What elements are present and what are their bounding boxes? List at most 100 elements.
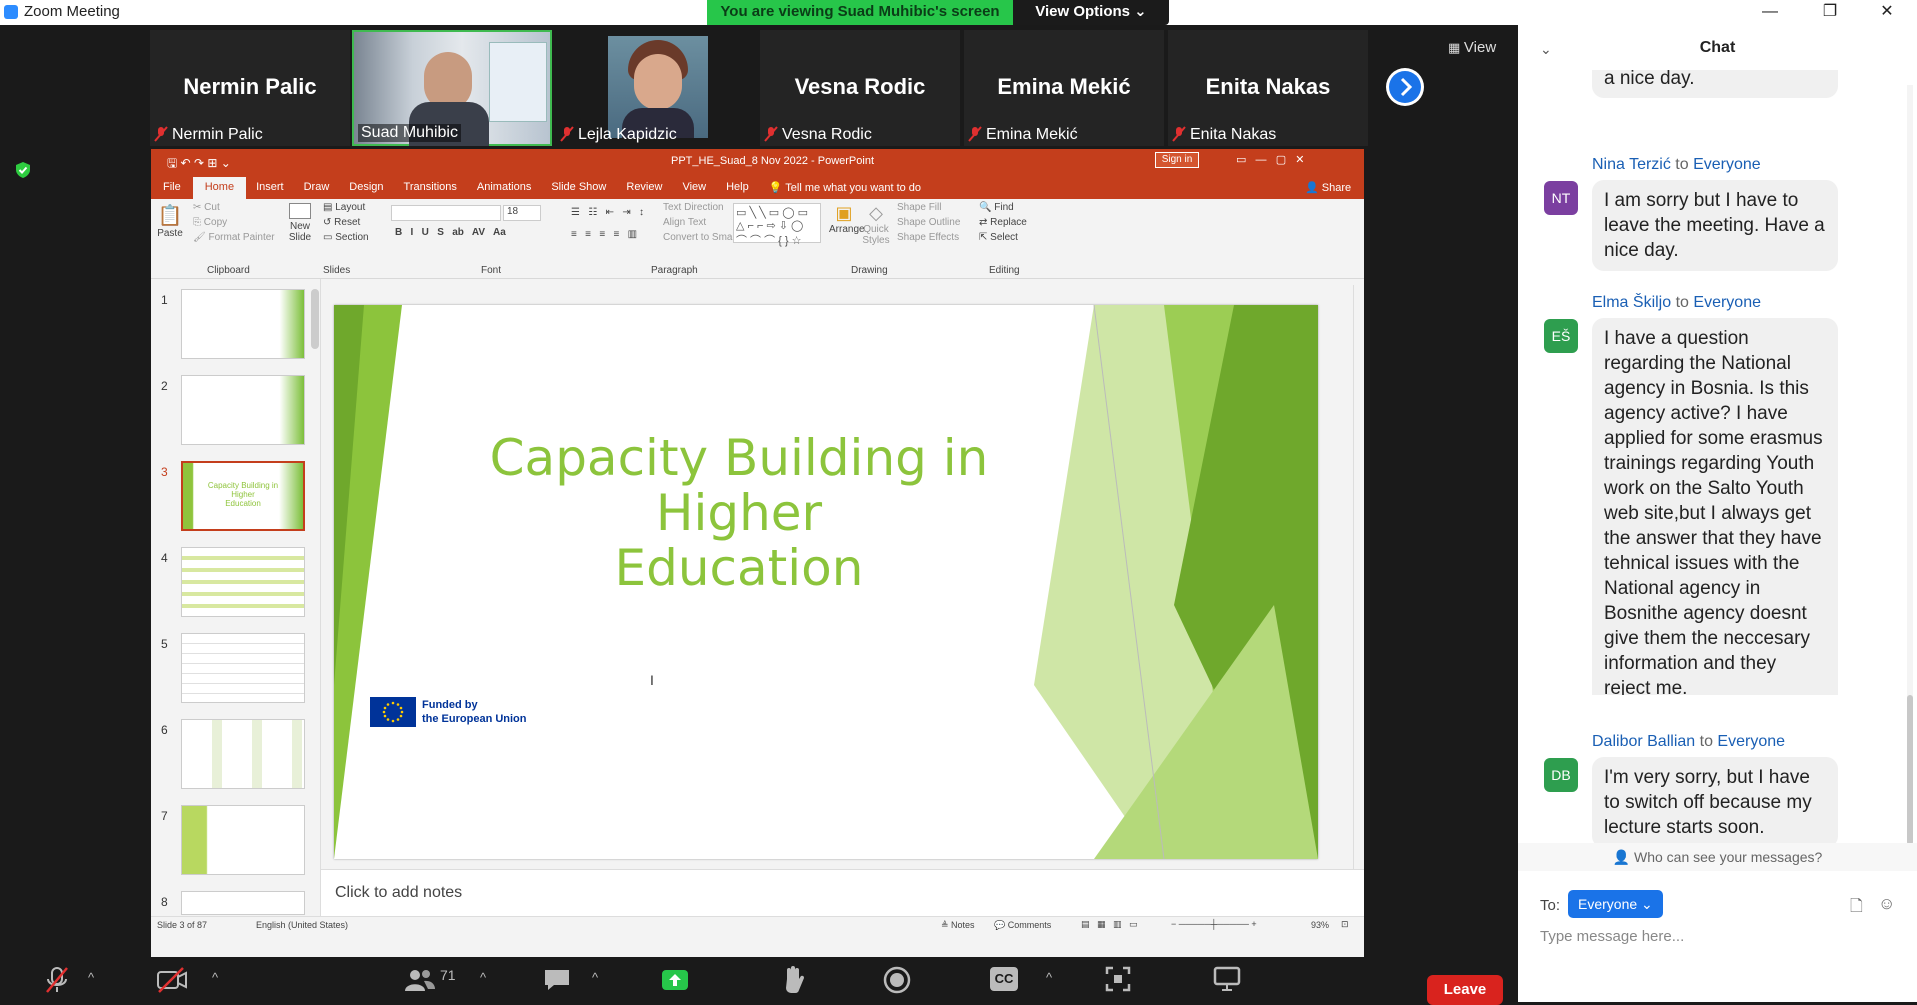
slide-thumbnail[interactable] (181, 891, 305, 915)
chat-button[interactable] (542, 967, 572, 993)
tell-me-box[interactable]: 💡 Tell me what you want to do (759, 177, 931, 199)
participant-tile[interactable]: Lejla Kapidzic (556, 30, 756, 146)
slide-canvas[interactable]: Capacity Building in Higher Education Fu… (334, 305, 1318, 859)
share-button[interactable]: 👤 Share (1305, 181, 1351, 194)
chat-options-caret[interactable]: ^ (592, 970, 598, 998)
recipient-dropdown[interactable]: Everyone ⌄ (1568, 890, 1663, 918)
caption-options-caret[interactable]: ^ (1046, 970, 1052, 998)
apps-button[interactable] (1104, 965, 1132, 993)
tab-draw[interactable]: Draw (294, 177, 340, 199)
section-button[interactable]: ▭ Section (323, 232, 369, 243)
zoom-level[interactable]: 93% (1311, 920, 1329, 930)
slide-thumbnail[interactable] (181, 289, 305, 359)
avatar: DB (1544, 758, 1578, 792)
tab-file[interactable]: File (151, 177, 193, 199)
slide-scrollbar[interactable] (1353, 285, 1363, 885)
alignment-buttons[interactable]: ≡ ≡ ≡ ≡ ▥ (571, 229, 637, 240)
slide-thumbnail-selected[interactable]: Capacity Building in Higher Education (181, 461, 305, 531)
arrange-button[interactable]: ▣ Arrange (829, 203, 865, 235)
gallery-view-button[interactable]: ▦ View (1448, 39, 1496, 56)
leave-button[interactable]: Leave (1427, 975, 1503, 1005)
window-controls[interactable]: ▭ — ▢ ✕ (1236, 153, 1305, 166)
replace-button[interactable]: ⇄ Replace (979, 217, 1027, 228)
stop-video-button[interactable] (155, 965, 189, 995)
quick-access-toolbar[interactable]: 🖫 ↶ ↷ ⊞ ⌄ (167, 154, 231, 175)
whiteboard-button[interactable] (1212, 965, 1242, 993)
tab-slide-show[interactable]: Slide Show (541, 177, 616, 199)
shapes-gallery[interactable]: ▭ ╲ ╲ ▭ ◯ ▭ △ ⌐ ⌐ ⇨ ⇩ ◯ ⌒ ⌒ ⌒ { } ☆ (733, 203, 821, 247)
find-button[interactable]: 🔍 Find (979, 202, 1014, 213)
notes-toggle[interactable]: ≜ Notes (941, 920, 975, 931)
tab-design[interactable]: Design (339, 177, 393, 199)
participant-tile[interactable]: Emina Mekić Emina Mekić (964, 30, 1164, 146)
paste-button[interactable]: 📋 Paste (157, 203, 183, 243)
align-text-button[interactable]: Align Text (663, 217, 706, 228)
file-icon[interactable]: 🗋 (1850, 895, 1863, 922)
slide-thumbnail[interactable] (181, 375, 305, 445)
shape-outline-button[interactable]: Shape Outline (897, 217, 960, 228)
slide-thumbnail[interactable] (181, 633, 305, 703)
thumbnail-scrollbar[interactable] (311, 289, 319, 349)
chat-scrollbar-thumb[interactable] (1907, 695, 1913, 845)
participant-tile[interactable]: Enita Nakas Enita Nakas (1168, 30, 1368, 146)
tab-transitions[interactable]: Transitions (394, 177, 467, 199)
font-size-box[interactable]: 18 (503, 205, 541, 221)
participants-options-caret[interactable]: ^ (480, 970, 486, 998)
tab-help[interactable]: Help (716, 177, 759, 199)
cut-button[interactable]: ✂ Cut (193, 202, 220, 213)
tab-home[interactable]: Home (192, 177, 247, 199)
emoji-icon[interactable]: ☺ (1878, 894, 1895, 914)
tab-insert[interactable]: Insert (246, 177, 294, 199)
format-painter-button[interactable]: 🖌 Format Painter (193, 232, 275, 243)
minimize-button[interactable]: — (1745, 0, 1795, 25)
font-format-buttons[interactable]: B I U S ab AV Aa (395, 227, 506, 238)
audio-options-caret[interactable]: ^ (88, 970, 94, 998)
participant-tile[interactable]: Vesna Rodic Vesna Rodic (760, 30, 960, 146)
sign-in-button[interactable]: Sign in (1155, 152, 1199, 168)
mute-button[interactable] (42, 965, 72, 995)
text-direction-button[interactable]: Text Direction (663, 202, 724, 213)
participant-tile[interactable]: Nermin Palic Nermin Palic (150, 30, 350, 146)
select-button[interactable]: ⇱ Select (979, 232, 1018, 243)
slide-thumbnail[interactable] (181, 805, 305, 875)
quick-styles-button[interactable]: ◇ Quick Styles (861, 203, 891, 246)
reset-button[interactable]: ↺ Reset (323, 217, 360, 228)
shield-icon[interactable] (14, 161, 32, 179)
tab-animations[interactable]: Animations (467, 177, 541, 199)
bullets-buttons[interactable]: ☰ ☷ ⇤ ⇥ ↕ (571, 207, 644, 218)
participant-label: Suad Muhibic (358, 124, 461, 142)
view-buttons[interactable]: ▤ ▦ ▥ ▭ (1081, 919, 1138, 930)
record-button[interactable] (882, 965, 912, 995)
closed-caption-icon[interactable]: CC (990, 967, 1018, 991)
tab-view[interactable]: View (672, 177, 716, 199)
chat-input[interactable]: Type message here... (1540, 928, 1900, 958)
font-name-box[interactable] (391, 205, 501, 221)
copy-button[interactable]: ⎘ Copy (193, 217, 227, 228)
language-status[interactable]: English (United States) (256, 920, 348, 930)
zoom-slider[interactable]: − ─────┼───── + (1171, 919, 1257, 929)
shape-effects-button[interactable]: Shape Effects (897, 232, 959, 243)
view-options-button[interactable]: View Options ⌄ (1013, 0, 1169, 25)
slide-thumbnail[interactable] (181, 547, 305, 617)
restore-button[interactable]: ❐ (1805, 0, 1855, 25)
layout-button[interactable]: ▤ Layout (323, 202, 365, 213)
participants-button[interactable] (402, 967, 436, 993)
video-options-caret[interactable]: ^ (212, 970, 218, 998)
new-slide-button[interactable]: New Slide (285, 203, 315, 243)
comments-toggle[interactable]: 💬 Comments (994, 920, 1051, 931)
slide-title[interactable]: Capacity Building in Higher Education (474, 431, 1004, 596)
slide-number: 7 (161, 809, 168, 823)
tab-review[interactable]: Review (616, 177, 672, 199)
clipboard-group-label: Clipboard (207, 265, 250, 276)
fit-slide-icon[interactable]: ⊡ (1341, 919, 1349, 930)
next-page-button[interactable] (1386, 68, 1424, 106)
who-can-see-button[interactable]: 👤 Who can see your messages? (1518, 843, 1917, 871)
close-button[interactable]: ✕ (1862, 0, 1912, 25)
chat-scrollbar[interactable] (1907, 85, 1913, 845)
slide-thumbnail[interactable] (181, 719, 305, 789)
shape-fill-button[interactable]: Shape Fill (897, 202, 941, 213)
participant-tile-active-speaker[interactable]: Suad Muhibic (352, 30, 552, 146)
notes-pane[interactable]: Click to add notes (321, 869, 1364, 916)
share-screen-button[interactable] (660, 967, 690, 993)
reactions-button[interactable] (780, 965, 806, 995)
